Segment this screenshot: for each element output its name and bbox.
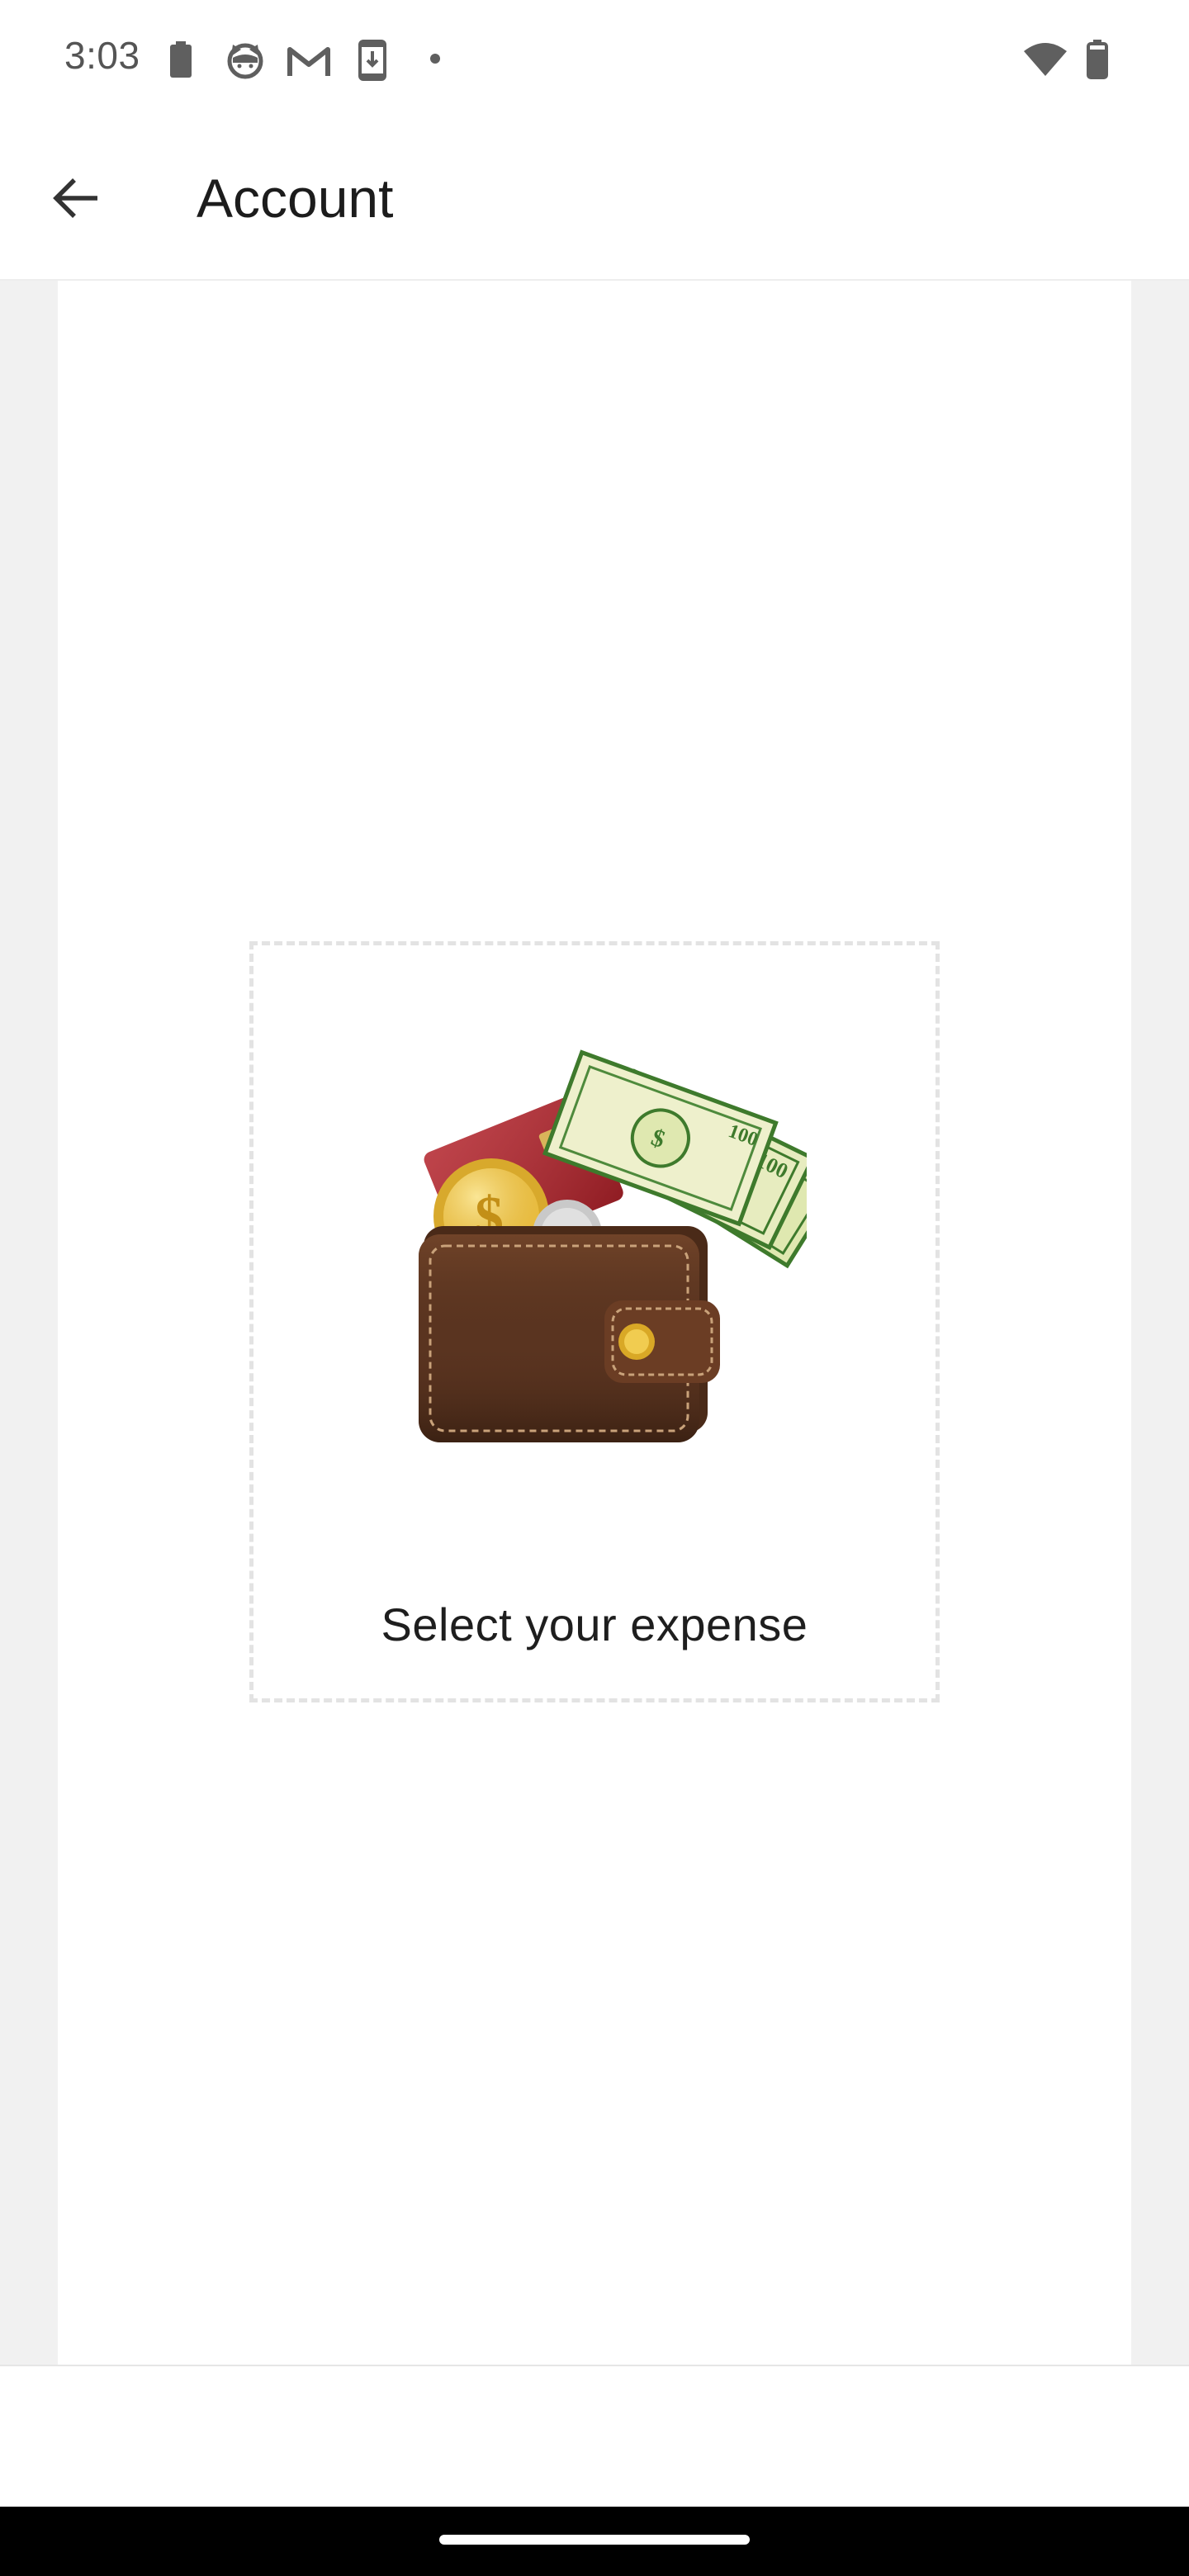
page-title: Account <box>197 168 394 229</box>
select-expense-label: Select your expense <box>381 1598 808 1650</box>
cat-face-icon <box>227 43 263 79</box>
status-time: 3:03 <box>64 34 140 77</box>
dot-icon <box>430 54 440 64</box>
back-button[interactable] <box>33 155 119 241</box>
app-bar: Account <box>0 116 1189 281</box>
bottom-area <box>0 2366 1189 2507</box>
battery-saver-icon <box>170 41 192 78</box>
system-navigation-bar <box>0 2507 1189 2576</box>
wallet-illustration: 012 CRE 100 $ 100 <box>419 1049 807 1442</box>
download-phone-icon <box>358 40 386 81</box>
status-bar: 3:03 <box>0 0 1189 116</box>
select-expense-area[interactable]: 012 CRE 100 $ 100 <box>249 941 940 1702</box>
home-gesture-handle[interactable] <box>439 2535 750 2545</box>
account-screen: 3:03 Account 100 $ 100 $ Select your exp… <box>0 0 1189 2576</box>
battery-icon <box>1087 40 1108 79</box>
arrow-back-icon <box>53 178 97 218</box>
gmail-icon <box>287 47 330 76</box>
wifi-icon <box>1024 43 1067 76</box>
